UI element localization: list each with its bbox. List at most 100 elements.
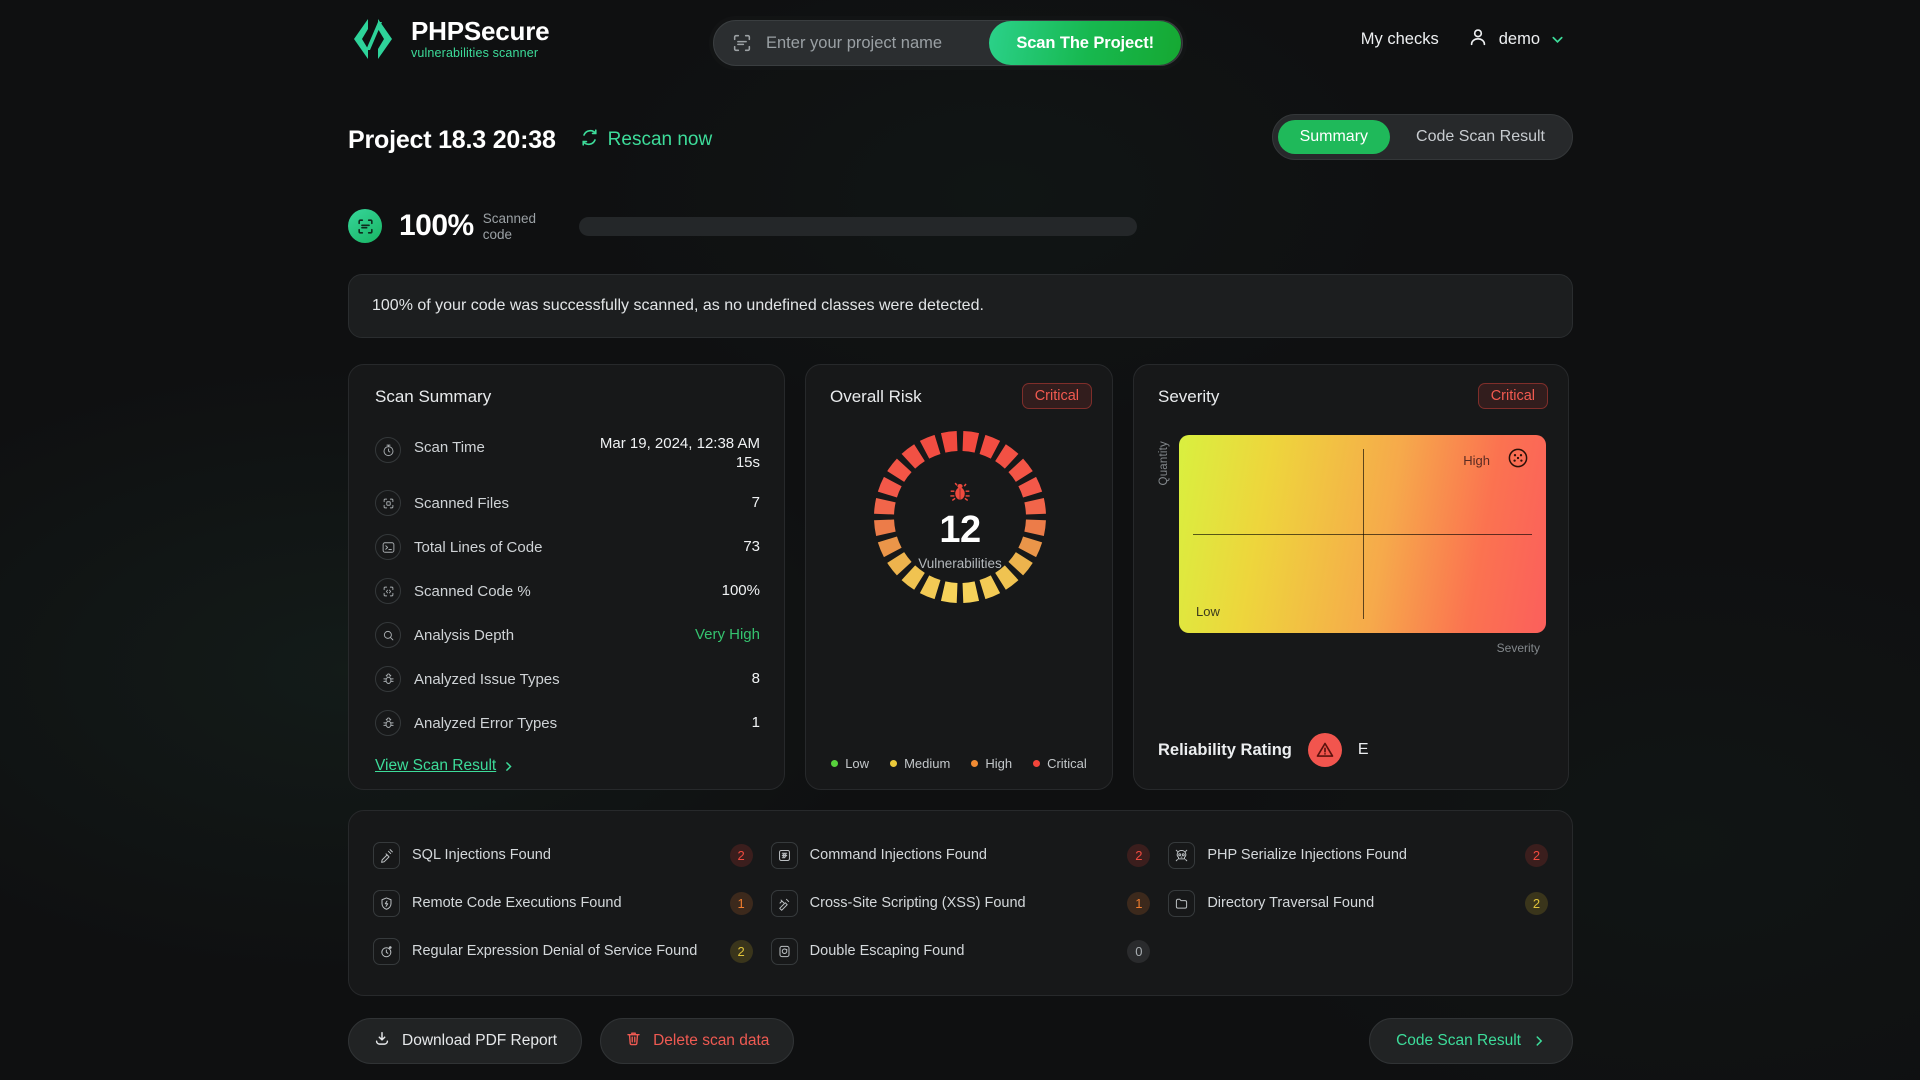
finding-count-badge: 2: [1524, 891, 1548, 915]
finding-row[interactable]: Directory Traversal Found 2: [1168, 879, 1548, 927]
terminal-icon: [375, 534, 401, 560]
scan-summary-row: Total Lines of Code 73: [375, 525, 760, 569]
scan-summary-card: Scan Summary Scan Time Mar 19, 2024, 12:3…: [348, 364, 785, 790]
reliability-rating-row: Reliability Rating E: [1158, 733, 1369, 767]
vulnerability-caption: Vulnerabilities: [918, 556, 1002, 571]
finding-row[interactable]: Regular Expression Denial of Service Fou…: [373, 927, 753, 975]
risk-legend-label: Low: [845, 756, 870, 771]
severity-matrix: Quantity Low High Severity: [1158, 435, 1546, 655]
legend-dot-icon: [890, 760, 898, 767]
escape-icon: [770, 937, 798, 965]
chevron-down-icon: [1550, 32, 1565, 47]
my-checks-link[interactable]: My checks: [1361, 30, 1439, 49]
download-pdf-report-button[interactable]: Download PDF Report: [348, 1018, 583, 1064]
bug-icon: [375, 710, 401, 736]
finding-count-badge: 1: [1127, 891, 1151, 915]
logo[interactable]: PHPSecure vulnerabilities scanner: [348, 15, 550, 62]
view-tabs: Summary Code Scan Result: [1271, 114, 1573, 160]
finding-row[interactable]: SQL Injections Found 2: [373, 831, 753, 879]
finding-row[interactable]: PHP Serialize Injections Found 2: [1168, 831, 1548, 879]
finding-row[interactable]: Cross-Site Scripting (XSS) Found 1: [770, 879, 1151, 927]
matrix-high-label: High: [1463, 453, 1490, 468]
view-scan-result-label: View Scan Result: [375, 757, 497, 774]
code-scan-result-label: Code Scan Result: [1396, 1032, 1521, 1049]
risk-legend: Low Medium High Critical: [806, 756, 1112, 771]
scan-project-button[interactable]: Scan The Project!: [989, 21, 1181, 65]
finding-count-badge: 1: [729, 891, 753, 915]
download-pdf-report-label: Download PDF Report: [402, 1032, 558, 1049]
legend-dot-icon: [971, 760, 979, 767]
user-icon: [1467, 26, 1489, 53]
scan-summary-row-value: 8: [751, 669, 760, 687]
severity-card: Severity Critical Quantity Low High Seve…: [1133, 364, 1569, 790]
project-header: Project 18.3 20:38 Rescan now Summary Co…: [348, 114, 1573, 162]
main-content: Project 18.3 20:38 Rescan now Summary Co…: [348, 114, 1573, 1064]
legend-dot-icon: [831, 760, 839, 767]
skull-icon: [1168, 841, 1196, 869]
severity-y-axis-label: Quantity: [1158, 441, 1170, 486]
donut-center: 12 Vulnerabilities: [806, 479, 1114, 571]
scan-summary-row-value: 1: [751, 713, 760, 731]
risk-legend-label: Medium: [904, 756, 951, 771]
header-actions: My checks demo: [1361, 26, 1565, 53]
scan-summary-row-label: Analyzed Issue Types: [414, 670, 560, 688]
bug-dot-marker-icon: [1508, 448, 1528, 473]
scan-summary-row-label: Analysis Depth: [414, 626, 515, 644]
scan-summary-row-label: Scan Time: [414, 439, 485, 456]
finding-count-badge: 0: [1127, 939, 1151, 963]
view-scan-result-link[interactable]: View Scan Result: [375, 757, 515, 775]
chevron-right-icon: [1536, 1036, 1543, 1046]
tab-summary[interactable]: Summary: [1277, 120, 1391, 154]
finding-row[interactable]: Double Escaping Found 0: [770, 927, 1151, 975]
risk-legend-item: Medium: [890, 756, 950, 771]
risk-legend-item: Low: [831, 756, 869, 771]
matrix-vertical-axis: [1362, 449, 1364, 619]
scanned-label-line2: code: [482, 226, 513, 242]
code-scan-result-button[interactable]: Code Scan Result: [1369, 1018, 1573, 1064]
finding-count-badge: 2: [1127, 843, 1151, 867]
app-root: PHPSecure vulnerabilities scanner Scan T…: [0, 0, 1920, 1080]
finding-row[interactable]: Command Injections Found 2: [770, 831, 1151, 879]
scan-summary-row-label: Total Lines of Code: [414, 538, 543, 556]
code-brackets-icon: [348, 16, 398, 62]
finding-label: Remote Code Executions Found: [412, 895, 622, 911]
reliability-grade: E: [1357, 741, 1369, 758]
finding-row[interactable]: Remote Code Executions Found 1: [373, 879, 753, 927]
risk-legend-item: Critical: [1033, 756, 1087, 771]
severity-status-badge: Critical: [1477, 383, 1548, 409]
findings-column: PHP Serialize Injections Found 2 Directory…: [1168, 831, 1548, 995]
delete-scan-data-button[interactable]: Delete scan data: [600, 1018, 795, 1064]
brand-name: PHPSecure: [411, 15, 550, 46]
summary-cards: Scan Summary Scan Time Mar 19, 2024, 12:3…: [348, 364, 1573, 790]
file-scan-icon: [375, 490, 401, 516]
scanned-label-line1: Scanned: [482, 210, 537, 226]
scan-summary-title: Scan Summary: [375, 387, 492, 406]
scan-summary-row-value: 100%: [721, 581, 760, 599]
scan-summary-row: Scan Time Mar 19, 2024, 12:38 AM 15s: [375, 429, 760, 481]
scan-summary-row: Scanned Code % 100%: [375, 569, 760, 613]
stopwatch-icon: [375, 437, 401, 463]
scan-summary-list: Scan Time Mar 19, 2024, 12:38 AM 15s Scanne…: [375, 429, 760, 745]
bug-icon: [375, 666, 401, 692]
scan-summary-row-label: Analyzed Error Types: [414, 714, 558, 732]
scan-summary-row-label: Scanned Files: [414, 494, 510, 512]
findings-panel: SQL Injections Found 2 Remote Code Executi…: [348, 810, 1573, 996]
finding-label: Cross-Site Scripting (XSS) Found: [809, 895, 1026, 911]
finding-label: Double Escaping Found: [809, 943, 965, 959]
app-header: PHPSecure vulnerabilities scanner Scan T…: [0, 0, 1920, 86]
refresh-icon: [580, 128, 599, 152]
scan-status-text: 100% of your code was successfully scann…: [372, 297, 984, 314]
vulnerability-count: 12: [939, 509, 981, 551]
rescan-button[interactable]: Rescan now: [580, 128, 713, 152]
overall-risk-card: Overall Risk Critical 12 Vulnerabilities…: [805, 364, 1113, 790]
code-scan-icon: [375, 578, 401, 604]
project-search-bar: Scan The Project!: [713, 20, 1183, 66]
scan-summary-row-value: Mar 19, 2024, 12:38 AM 15s: [599, 435, 760, 471]
user-menu[interactable]: demo: [1467, 26, 1565, 53]
scan-icon: [348, 209, 382, 243]
tab-code-scan-result[interactable]: Code Scan Result: [1394, 120, 1567, 154]
script-cross-icon: [770, 889, 798, 917]
search-input[interactable]: [766, 33, 990, 53]
regex-clock-icon: [373, 937, 400, 965]
rescan-label: Rescan now: [607, 129, 713, 150]
